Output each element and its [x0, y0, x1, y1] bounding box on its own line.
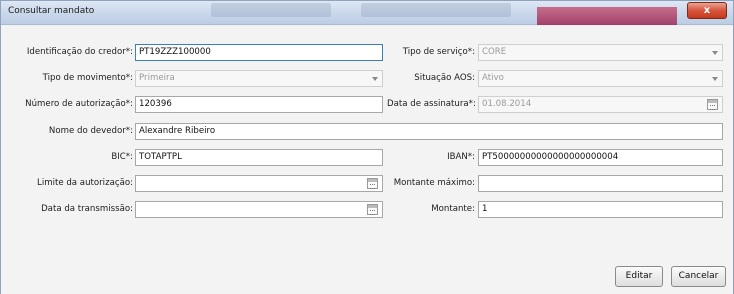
- situacao-aos-label: Situação AOS:: [414, 73, 475, 83]
- situacao-aos-select[interactable]: Ativo: [478, 70, 723, 87]
- bic-field[interactable]: TOTAPTPL: [135, 149, 383, 166]
- nome-devedor-label: Nome do devedor*:: [48, 126, 133, 136]
- bic-label: BIC*:: [111, 152, 133, 162]
- data-transmissao-label: Data da transmissão:: [41, 204, 133, 214]
- calendar-icon[interactable]: [367, 178, 378, 189]
- montante-label: Montante:: [431, 204, 475, 214]
- title-bar[interactable]: Consultar mandato x: [1, 1, 733, 25]
- identificacao-credor-label: Identificação do credor*:: [26, 47, 133, 57]
- window-title: Consultar mandato: [8, 6, 95, 16]
- data-transmissao-field[interactable]: [135, 201, 383, 218]
- titlebar-reflection: [361, 3, 511, 17]
- limite-autorizacao-label: Limite da autorização:: [37, 178, 133, 188]
- numero-autorizacao-field[interactable]: 120396: [135, 96, 383, 113]
- titlebar-reflection: [211, 3, 331, 17]
- iban-label: IBAN*:: [447, 152, 475, 162]
- background-window-glimpse: [537, 7, 677, 25]
- calendar-icon[interactable]: [367, 204, 378, 215]
- iban-field[interactable]: PT50000000000000000000004: [478, 149, 723, 166]
- close-button[interactable]: x: [687, 2, 727, 19]
- chevron-down-icon: [372, 77, 378, 81]
- tipo-servico-select[interactable]: CORE: [478, 44, 723, 61]
- tipo-servico-label: Tipo de serviço*:: [402, 47, 475, 57]
- data-assinatura-label: Data de assinatura*:: [387, 99, 476, 109]
- chevron-down-icon: [712, 77, 718, 81]
- calendar-icon[interactable]: [707, 99, 718, 110]
- identificacao-credor-field[interactable]: PT19ZZZ100000: [135, 44, 383, 61]
- nome-devedor-field[interactable]: Alexandre Ribeiro: [135, 123, 723, 140]
- editar-button[interactable]: Editar: [615, 266, 663, 287]
- montante-field[interactable]: 1: [478, 201, 723, 218]
- form-area: Identificação do credor*: PT19ZZZ100000 …: [1, 26, 733, 294]
- chevron-down-icon: [712, 51, 718, 55]
- cancelar-button[interactable]: Cancelar: [671, 266, 726, 287]
- montante-maximo-label: Montante máximo:: [393, 178, 475, 188]
- close-icon: x: [703, 5, 711, 16]
- numero-autorizacao-label: Número de autorização*:: [25, 99, 133, 109]
- montante-maximo-field[interactable]: [478, 175, 723, 192]
- tipo-movimento-select[interactable]: Primeira: [135, 70, 383, 87]
- tipo-movimento-label: Tipo de movimento*:: [42, 73, 133, 83]
- data-assinatura-field[interactable]: 01.08.2014: [478, 96, 723, 113]
- limite-autorizacao-field[interactable]: [135, 175, 383, 192]
- dialog-window: Consultar mandato x Identificação do cre…: [0, 0, 734, 294]
